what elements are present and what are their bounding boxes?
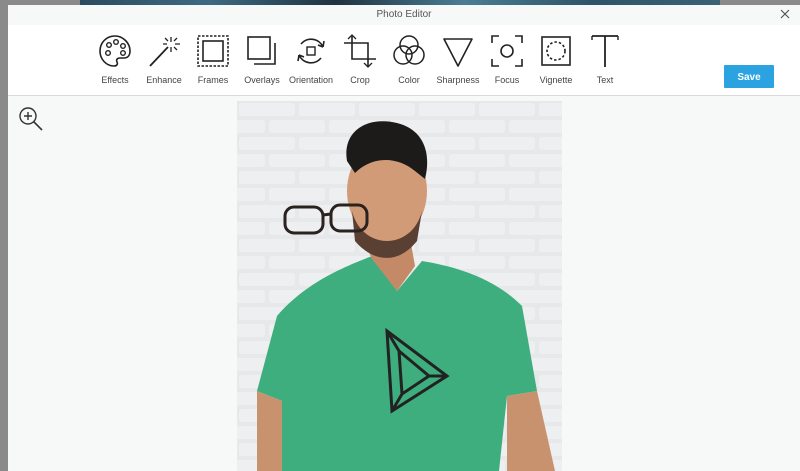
magic-wand-icon (149, 37, 180, 67)
vignette-icon (541, 36, 571, 66)
photo-image (237, 101, 562, 471)
overlays-icon (247, 36, 276, 65)
frame-icon (197, 35, 229, 67)
editor-toolbar: Effects Enhance Frames Overlays Orientat… (8, 25, 800, 96)
color-circles-icon (393, 35, 425, 65)
zoom-in-icon[interactable] (18, 106, 44, 132)
crop-icon (344, 34, 376, 68)
tool-text[interactable]: Text (573, 33, 637, 93)
triangle-icon (443, 38, 473, 67)
photo-editor-dialog: Photo Editor Effects Enhance Frames Over… (8, 5, 800, 471)
dialog-title: Photo Editor (376, 9, 432, 20)
close-icon[interactable] (778, 7, 792, 21)
focus-icon (491, 35, 523, 67)
canvas-area (8, 96, 800, 471)
palette-icon (99, 35, 131, 67)
text-icon (591, 35, 619, 67)
save-button[interactable]: Save (724, 65, 774, 88)
rotate-icon (297, 38, 325, 64)
photo-canvas[interactable] (237, 101, 562, 471)
tool-label: Text (596, 75, 614, 85)
